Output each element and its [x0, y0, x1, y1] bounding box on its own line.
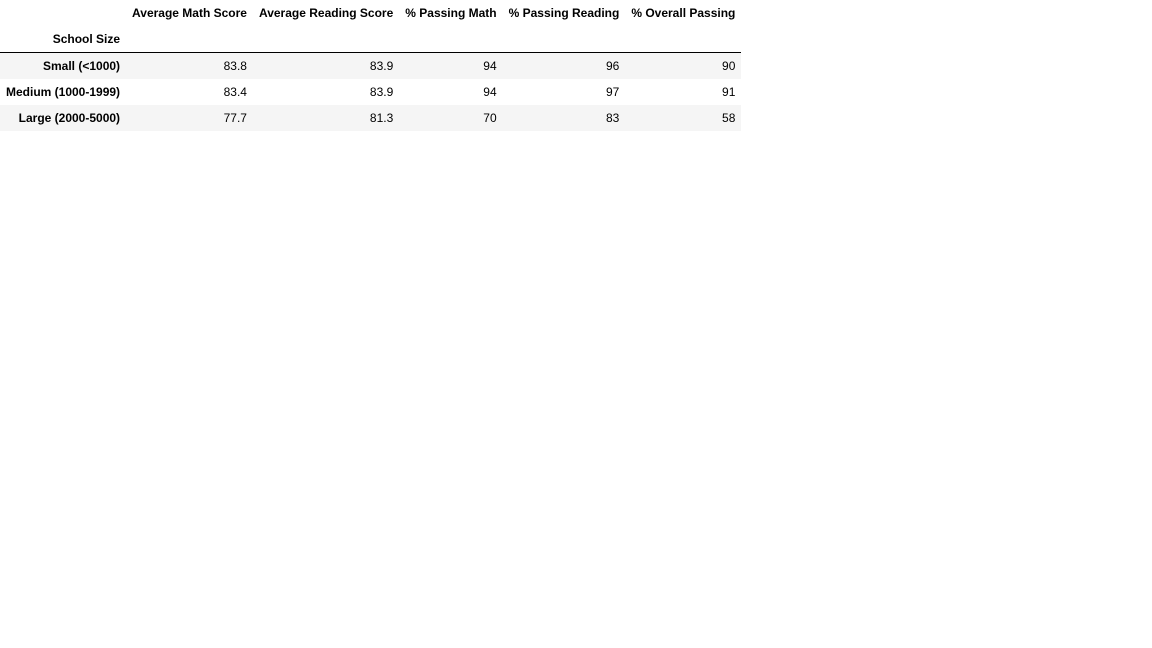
- row-label: Medium (1000-1999): [6, 85, 121, 99]
- column-header-row: Average Math Score Average Reading Score…: [0, 0, 741, 26]
- table-cell: 94: [399, 52, 503, 79]
- table-row: Medium (1000-1999) 83.4 83.9 94 97 91: [0, 79, 742, 105]
- index-name-header: School Size: [0, 26, 127, 53]
- table-cell: 83: [605, 111, 620, 125]
- blank-header-cell: [252, 26, 400, 53]
- table-cell: 83.9: [369, 85, 394, 99]
- table-body: Small (<1000) 83.8 83.9 94 96 90 Medium …: [0, 52, 742, 131]
- blank-header-cell: [625, 26, 742, 53]
- table-cell: 83.8: [126, 52, 253, 79]
- table-cell: 70: [483, 111, 497, 125]
- table-cell: 91: [722, 85, 736, 99]
- blank-header-cell: [126, 26, 253, 53]
- column-header: % Passing Math: [405, 6, 497, 20]
- column-header: Average Reading Score: [258, 6, 394, 20]
- table-cell: 81.3: [369, 111, 394, 125]
- table-cell: 83.4: [223, 85, 247, 99]
- table-cell: 96: [502, 52, 626, 79]
- row-label: Small (<1000): [0, 52, 127, 79]
- blank-header-cell: [399, 26, 503, 53]
- table-row: Small (<1000) 83.8 83.9 94 96 90: [0, 52, 742, 79]
- table-cell: 94: [483, 85, 497, 99]
- table-cell: 90: [625, 52, 742, 79]
- column-header: % Passing Reading: [508, 6, 620, 20]
- column-header: % Overall Passing: [631, 6, 736, 20]
- blank-header-cell: [502, 26, 626, 53]
- table-cell: 83.9: [252, 52, 400, 79]
- column-header: Average Math Score: [132, 6, 247, 20]
- table-row: Large (2000-5000) 77.7 81.3 70 83 58: [0, 105, 742, 131]
- table-header: Average Math Score Average Reading Score…: [0, 0, 742, 53]
- row-label: Large (2000-5000): [18, 111, 121, 125]
- index-name-row: School Size: [0, 26, 742, 53]
- school-size-summary-table: Average Math Score Average Reading Score…: [0, 0, 742, 131]
- table-cell: 58: [722, 111, 736, 125]
- table-cell: 77.7: [223, 111, 247, 125]
- table-cell: 97: [605, 85, 620, 99]
- corner-blank-cell: [0, 0, 126, 26]
